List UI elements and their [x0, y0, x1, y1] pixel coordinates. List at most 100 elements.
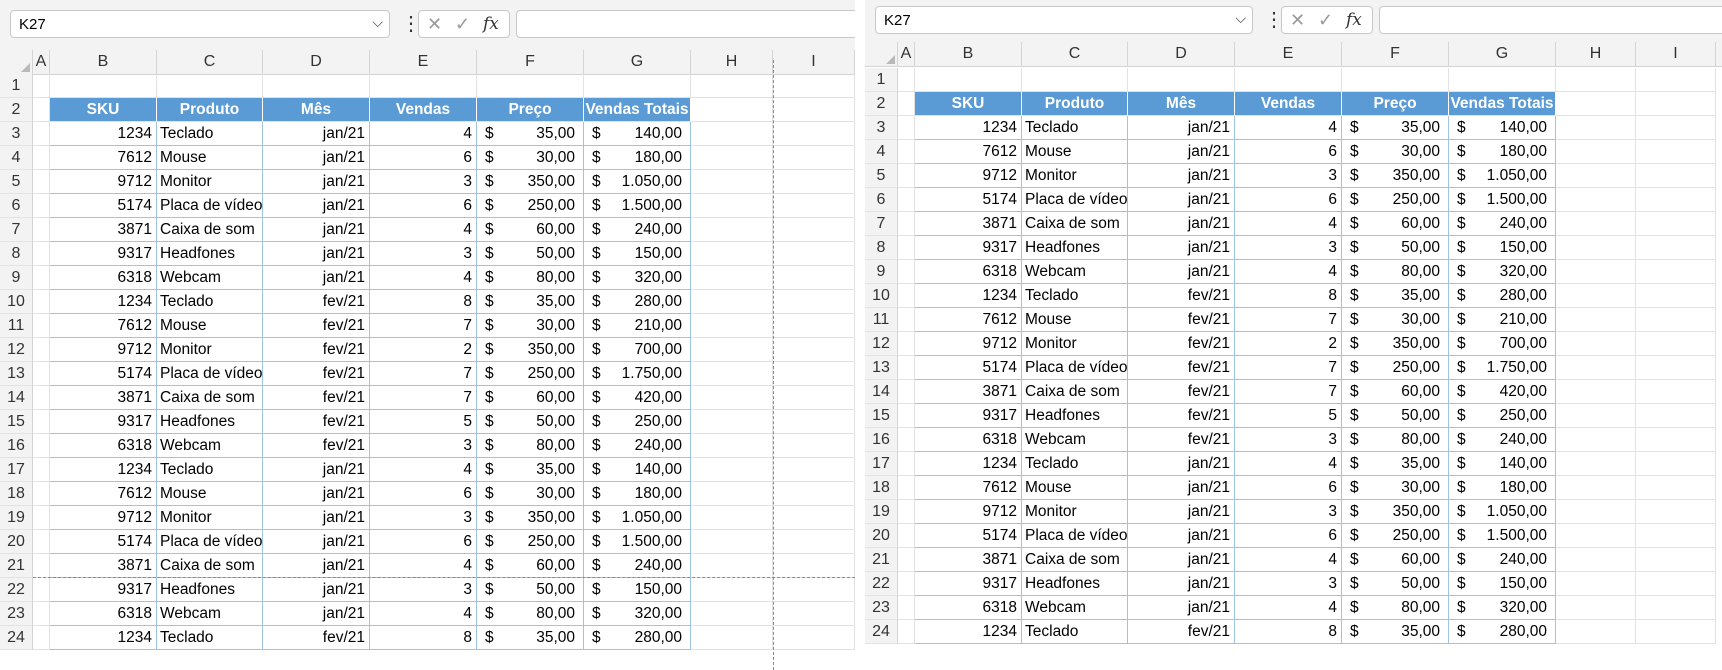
cell-a18[interactable] [898, 476, 915, 500]
cell-c16[interactable]: Webcam [1022, 428, 1128, 452]
cell-h24[interactable] [691, 626, 773, 650]
column-header-a[interactable]: A [898, 42, 915, 66]
cell-f17[interactable]: $35,00 [1342, 452, 1449, 476]
cell-a12[interactable] [33, 338, 50, 362]
row-header[interactable]: 1 [865, 68, 898, 92]
cell-b8[interactable]: 9317 [915, 236, 1022, 260]
cell-a6[interactable] [33, 194, 50, 218]
cell-i19[interactable] [1636, 500, 1716, 524]
cell-d13[interactable]: fev/21 [263, 362, 370, 386]
cell-e1[interactable] [1235, 68, 1342, 92]
cell-i17[interactable] [1636, 452, 1716, 476]
cell-f21[interactable]: $60,00 [477, 554, 584, 578]
cell-a13[interactable] [33, 362, 50, 386]
cell-g16[interactable]: $240,00 [584, 434, 691, 458]
row-header[interactable]: 20 [0, 530, 33, 554]
formula-input[interactable] [516, 10, 855, 38]
cell-e3[interactable]: 4 [370, 122, 477, 146]
cell-h4[interactable] [1556, 140, 1636, 164]
row-header[interactable]: 16 [865, 428, 898, 452]
cell-b17[interactable]: 1234 [50, 458, 157, 482]
cell-a14[interactable] [898, 380, 915, 404]
cell-b10[interactable]: 1234 [915, 284, 1022, 308]
cell-i11[interactable] [773, 314, 855, 338]
row-header[interactable]: 2 [865, 92, 898, 116]
cell-i21[interactable] [773, 554, 855, 578]
cell-c16[interactable]: Webcam [157, 434, 263, 458]
cell-d17[interactable]: jan/21 [263, 458, 370, 482]
cell-c3[interactable]: Teclado [157, 122, 263, 146]
cell-f18[interactable]: $30,00 [1342, 476, 1449, 500]
enter-check-icon[interactable]: ✓ [455, 14, 470, 35]
cell-a10[interactable] [33, 290, 50, 314]
cell-h10[interactable] [691, 290, 773, 314]
cell-c17[interactable]: Teclado [1022, 452, 1128, 476]
cell-b24[interactable]: 1234 [915, 620, 1022, 644]
cell-i12[interactable] [773, 338, 855, 362]
cell-d5[interactable]: jan/21 [263, 170, 370, 194]
cell-h1[interactable] [691, 74, 773, 98]
cell-a17[interactable] [898, 452, 915, 476]
cell-c15[interactable]: Headfones [157, 410, 263, 434]
enter-check-icon[interactable]: ✓ [1318, 10, 1333, 31]
cell-d3[interactable]: jan/21 [263, 122, 370, 146]
cell-g13[interactable]: $1.750,00 [584, 362, 691, 386]
cell-g20[interactable]: $1.500,00 [584, 530, 691, 554]
cell-a22[interactable] [33, 578, 50, 602]
cell-a9[interactable] [33, 266, 50, 290]
cell-e4[interactable]: 6 [1235, 140, 1342, 164]
cell-g15[interactable]: $250,00 [1449, 404, 1556, 428]
row-header[interactable]: 5 [0, 170, 33, 194]
cell-b3[interactable]: 1234 [50, 122, 157, 146]
table-header-d[interactable]: Mês [1128, 92, 1235, 116]
cell-e13[interactable]: 7 [370, 362, 477, 386]
row-header[interactable]: 15 [865, 404, 898, 428]
cell-d16[interactable]: fev/21 [1128, 428, 1235, 452]
column-header-e[interactable]: E [370, 50, 477, 74]
cell-b23[interactable]: 6318 [50, 602, 157, 626]
cell-e20[interactable]: 6 [1235, 524, 1342, 548]
cell-b19[interactable]: 9712 [50, 506, 157, 530]
cell-g4[interactable]: $180,00 [584, 146, 691, 170]
cell-f21[interactable]: $60,00 [1342, 548, 1449, 572]
column-header-g[interactable]: G [584, 50, 691, 74]
cell-c12[interactable]: Monitor [1022, 332, 1128, 356]
column-header-c[interactable]: C [1022, 42, 1128, 66]
cell-g13[interactable]: $1.750,00 [1449, 356, 1556, 380]
row-header[interactable]: 10 [0, 290, 33, 314]
cell-h2[interactable] [691, 98, 773, 122]
cell-h17[interactable] [691, 458, 773, 482]
cell-g12[interactable]: $700,00 [1449, 332, 1556, 356]
cell-a13[interactable] [898, 356, 915, 380]
cell-i19[interactable] [773, 506, 855, 530]
cell-f22[interactable]: $50,00 [1342, 572, 1449, 596]
cell-c7[interactable]: Caixa de som [1022, 212, 1128, 236]
cell-d8[interactable]: jan/21 [263, 242, 370, 266]
cell-b22[interactable]: 9317 [50, 578, 157, 602]
cell-g12[interactable]: $700,00 [584, 338, 691, 362]
cancel-x-icon[interactable]: ✕ [427, 14, 442, 35]
column-header-i[interactable]: I [773, 50, 855, 74]
cell-d24[interactable]: fev/21 [1128, 620, 1235, 644]
cell-i11[interactable] [1636, 308, 1716, 332]
row-header[interactable]: 12 [865, 332, 898, 356]
cell-a8[interactable] [33, 242, 50, 266]
cell-c13[interactable]: Placa de vídeo [1022, 356, 1128, 380]
row-header[interactable]: 22 [0, 578, 33, 602]
cell-h11[interactable] [1556, 308, 1636, 332]
cell-b4[interactable]: 7612 [50, 146, 157, 170]
cell-f4[interactable]: $30,00 [1342, 140, 1449, 164]
cell-i1[interactable] [1636, 68, 1716, 92]
cell-e9[interactable]: 4 [370, 266, 477, 290]
cell-a5[interactable] [33, 170, 50, 194]
table-header-b[interactable]: SKU [50, 98, 157, 122]
fx-icon[interactable]: fx [1346, 10, 1362, 30]
cell-b21[interactable]: 3871 [50, 554, 157, 578]
row-header[interactable]: 18 [0, 482, 33, 506]
cell-h7[interactable] [691, 218, 773, 242]
cell-d3[interactable]: jan/21 [1128, 116, 1235, 140]
cell-b7[interactable]: 3871 [50, 218, 157, 242]
cell-c24[interactable]: Teclado [157, 626, 263, 650]
cell-c5[interactable]: Monitor [1022, 164, 1128, 188]
cell-b19[interactable]: 9712 [915, 500, 1022, 524]
